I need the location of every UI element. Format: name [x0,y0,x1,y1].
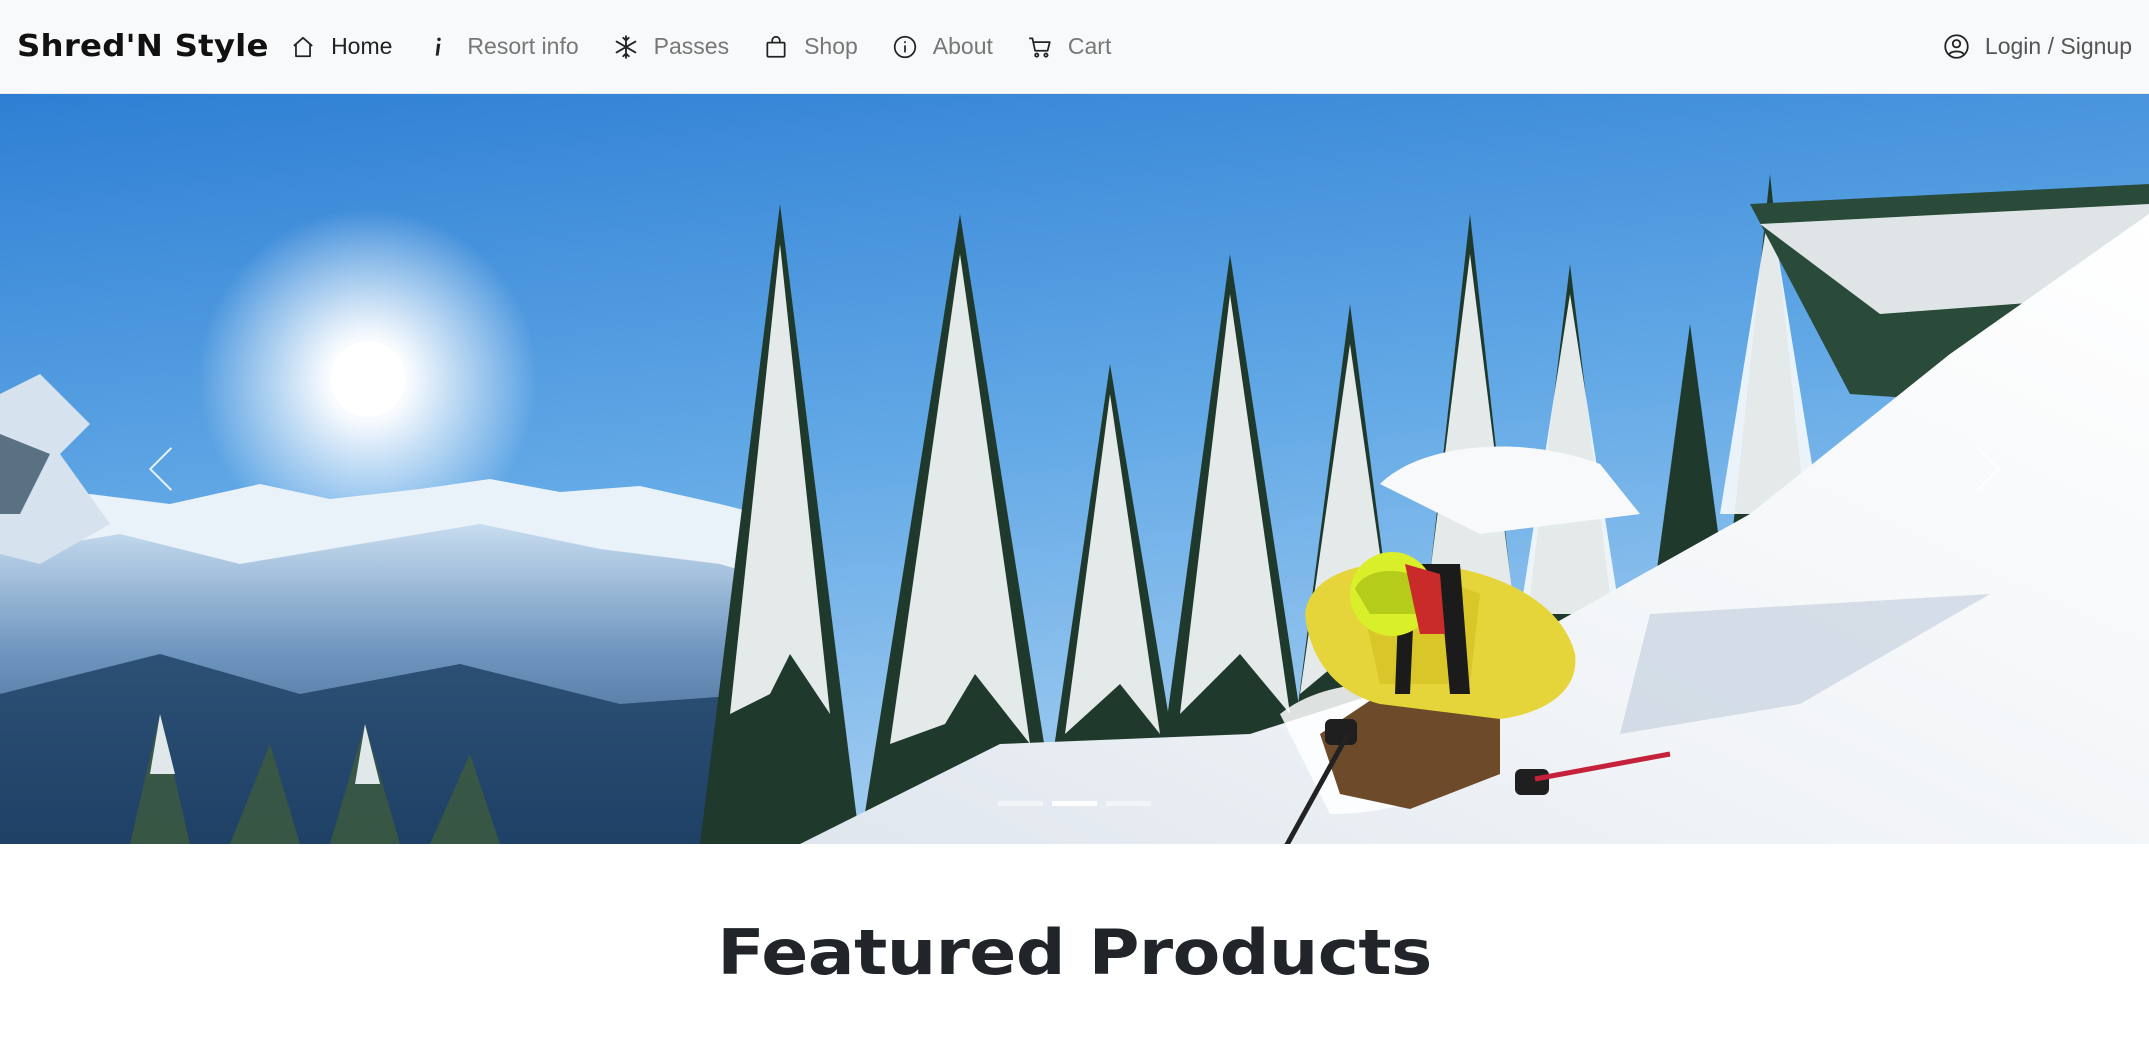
nav-item-label: Resort info [467,33,579,59]
carousel-indicators [0,801,2149,806]
info-icon [426,34,452,60]
carousel-indicator-active[interactable] [1052,801,1097,806]
hero-carousel [0,94,2149,844]
user-circle-icon [1943,33,1970,60]
cart-icon [1027,34,1053,60]
nav-item-label: Shop [804,33,858,59]
featured-products-heading: Featured Products [717,916,1432,989]
nav-item-about[interactable]: About [892,33,993,60]
carousel-prev-button[interactable] [0,94,320,844]
nav-item-label: Passes [653,33,730,59]
nav-item-passes[interactable]: Passes [613,33,729,60]
nav-item-resort-info[interactable]: Resort info [426,33,579,60]
nav-item-label: Home [331,33,393,59]
nav-item-home[interactable]: Home [290,33,392,60]
carousel-indicator[interactable] [998,801,1043,806]
shopping-bag-icon [763,34,789,60]
info-circle-icon [892,34,918,60]
carousel-next-button[interactable] [1829,94,2149,844]
login-signup-label: Login / Signup [1984,33,2132,59]
nav-item-label: Cart [1067,33,1112,59]
home-icon [290,34,316,60]
main-nav: Home Resort info Passes Shop About Cart [290,33,1145,60]
navbar: Shred'N Style Home Resort info Passes Sh… [0,0,2149,94]
carousel-prev-icon [148,447,173,491]
brand-logo[interactable]: Shred'N Style [17,29,269,64]
carousel-next-icon [1976,447,2001,491]
nav-item-shop[interactable]: Shop [763,33,858,60]
nav-item-label: About [932,33,993,59]
carousel-indicator[interactable] [1106,801,1151,806]
nav-item-cart[interactable]: Cart [1027,33,1111,60]
login-signup-link[interactable]: Login / Signup [1943,33,2132,60]
skier-in-deep-powder-photo [0,94,2149,844]
snowflake-icon [613,34,639,60]
